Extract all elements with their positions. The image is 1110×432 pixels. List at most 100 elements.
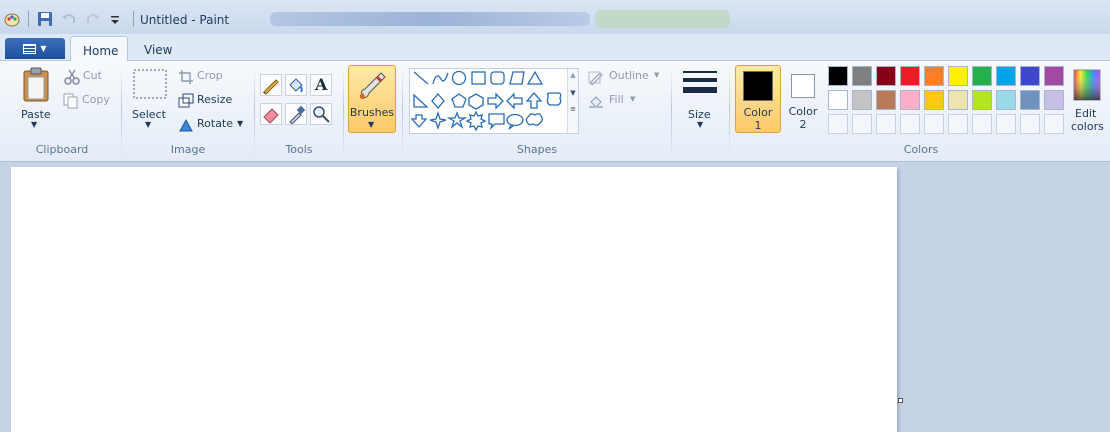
custom-color-slot[interactable] <box>876 114 896 134</box>
edit-colors-icon[interactable] <box>1073 69 1101 105</box>
text-tool[interactable]: A <box>310 74 332 96</box>
palette-swatch[interactable] <box>828 66 848 86</box>
tab-home[interactable]: Home <box>70 36 128 62</box>
canvas-workspace <box>0 162 1110 432</box>
edit-colors-line2[interactable]: colors <box>1071 120 1104 133</box>
color2-swatch <box>791 74 815 98</box>
color2-label: Color <box>788 105 818 118</box>
brushes-button[interactable]: Brushes ▼ <box>348 65 396 133</box>
palette-swatch[interactable] <box>924 66 944 86</box>
resize-button[interactable]: Resize <box>197 93 232 106</box>
magnifier-tool[interactable] <box>310 103 332 125</box>
canvas-resize-handle[interactable] <box>898 398 903 403</box>
palette-swatch[interactable] <box>996 66 1016 86</box>
chevron-down-icon[interactable]: ▼ <box>145 120 151 129</box>
save-icon[interactable] <box>37 11 53 27</box>
quick-access-toolbar <box>4 9 134 29</box>
paint-window: Untitled - Paint ▼ Home View Paste ▼ Cut… <box>0 0 1110 432</box>
paint-menu-button[interactable]: ▼ <box>5 38 65 59</box>
copy-button[interactable]: Copy <box>82 93 110 106</box>
group-label-shapes: Shapes <box>516 143 558 156</box>
fill-button[interactable]: Fill <box>609 93 624 106</box>
custom-color-slot[interactable] <box>852 114 872 134</box>
copy-icon[interactable] <box>63 93 79 113</box>
shapes-scrollbar[interactable]: ▲ ▼ ≡ <box>567 69 578 133</box>
group-divider <box>254 65 255 157</box>
paint-app-icon[interactable] <box>4 11 20 27</box>
palette-swatch[interactable] <box>852 90 872 110</box>
color1-label: Color <box>743 106 773 119</box>
palette-swatch[interactable] <box>996 90 1016 110</box>
customize-qat-icon[interactable] <box>109 11 125 27</box>
chevron-down-icon[interactable]: ▼ <box>654 71 659 79</box>
group-label-colors: Colors <box>903 143 939 156</box>
palette-swatch[interactable] <box>876 90 896 110</box>
group-divider <box>402 65 403 157</box>
scroll-down-icon[interactable]: ▼ <box>568 89 578 97</box>
eraser-tool[interactable] <box>260 103 282 125</box>
custom-color-slot[interactable] <box>828 114 848 134</box>
undo-icon[interactable] <box>61 11 77 27</box>
chevron-down-icon[interactable]: ▼ <box>697 120 703 129</box>
edit-colors-line1[interactable]: Edit <box>1075 107 1096 120</box>
cut-icon[interactable] <box>64 69 80 89</box>
custom-color-slot[interactable] <box>1044 114 1064 134</box>
palette-swatch[interactable] <box>972 90 992 110</box>
select-icon[interactable] <box>133 69 167 103</box>
outline-button[interactable]: Outline <box>609 69 649 82</box>
ribbon-tab-row: ▼ Home View <box>0 34 1110 62</box>
qat-separator <box>133 11 134 27</box>
drawing-canvas[interactable] <box>11 167 897 432</box>
color-picker-tool[interactable] <box>285 103 307 125</box>
group-divider <box>343 65 344 157</box>
fill-shape-icon[interactable] <box>588 93 604 113</box>
color1-button[interactable]: Color 1 <box>735 65 781 133</box>
palette-swatch[interactable] <box>900 90 920 110</box>
scroll-up-icon[interactable]: ▲ <box>568 71 578 79</box>
crop-icon[interactable] <box>178 69 194 89</box>
rotate-button[interactable]: Rotate <box>197 117 233 130</box>
custom-color-slot[interactable] <box>1020 114 1040 134</box>
paste-icon[interactable] <box>22 67 50 107</box>
palette-swatch[interactable] <box>1020 66 1040 86</box>
outline-icon[interactable] <box>588 69 604 89</box>
chevron-down-icon[interactable]: ▼ <box>31 120 37 129</box>
palette-swatch[interactable] <box>1020 90 1040 110</box>
expand-gallery-icon[interactable]: ≡ <box>568 105 578 113</box>
palette-swatch[interactable] <box>828 90 848 110</box>
resize-icon[interactable] <box>178 93 194 113</box>
brush-icon <box>359 72 386 99</box>
palette-swatch[interactable] <box>1044 66 1064 86</box>
crop-button[interactable]: Crop <box>197 69 223 82</box>
magnifier-icon <box>313 106 330 123</box>
color1-number: 1 <box>754 119 762 132</box>
palette-swatch[interactable] <box>948 66 968 86</box>
custom-color-slot[interactable] <box>972 114 992 134</box>
pencil-tool[interactable] <box>260 74 282 96</box>
color1-swatch <box>743 71 773 101</box>
fill-tool[interactable] <box>285 74 307 96</box>
palette-swatch[interactable] <box>1044 90 1064 110</box>
chevron-down-icon[interactable]: ▼ <box>237 119 243 128</box>
custom-color-slot[interactable] <box>996 114 1016 134</box>
palette-swatch[interactable] <box>948 90 968 110</box>
cut-button[interactable]: Cut <box>83 69 102 82</box>
rotate-icon[interactable] <box>178 117 194 137</box>
palette-swatch[interactable] <box>876 66 896 86</box>
tab-view[interactable]: View <box>132 36 184 62</box>
size-icon[interactable] <box>683 69 717 105</box>
ribbon: Paste ▼ Cut Copy Clipboard Select ▼ Crop… <box>0 61 1110 162</box>
color2-button[interactable]: Color 2 <box>784 65 822 133</box>
palette-swatch[interactable] <box>924 90 944 110</box>
custom-color-slot[interactable] <box>900 114 920 134</box>
chevron-down-icon[interactable]: ▼ <box>630 95 635 103</box>
palette-swatch[interactable] <box>900 66 920 86</box>
palette-swatch[interactable] <box>852 66 872 86</box>
custom-color-slot[interactable] <box>924 114 944 134</box>
palette-swatch[interactable] <box>972 66 992 86</box>
group-divider <box>121 65 122 157</box>
group-label-clipboard: Clipboard <box>35 143 89 156</box>
redo-icon[interactable] <box>85 11 101 27</box>
custom-color-slot[interactable] <box>948 114 968 134</box>
window-title: Untitled - Paint <box>140 13 230 27</box>
